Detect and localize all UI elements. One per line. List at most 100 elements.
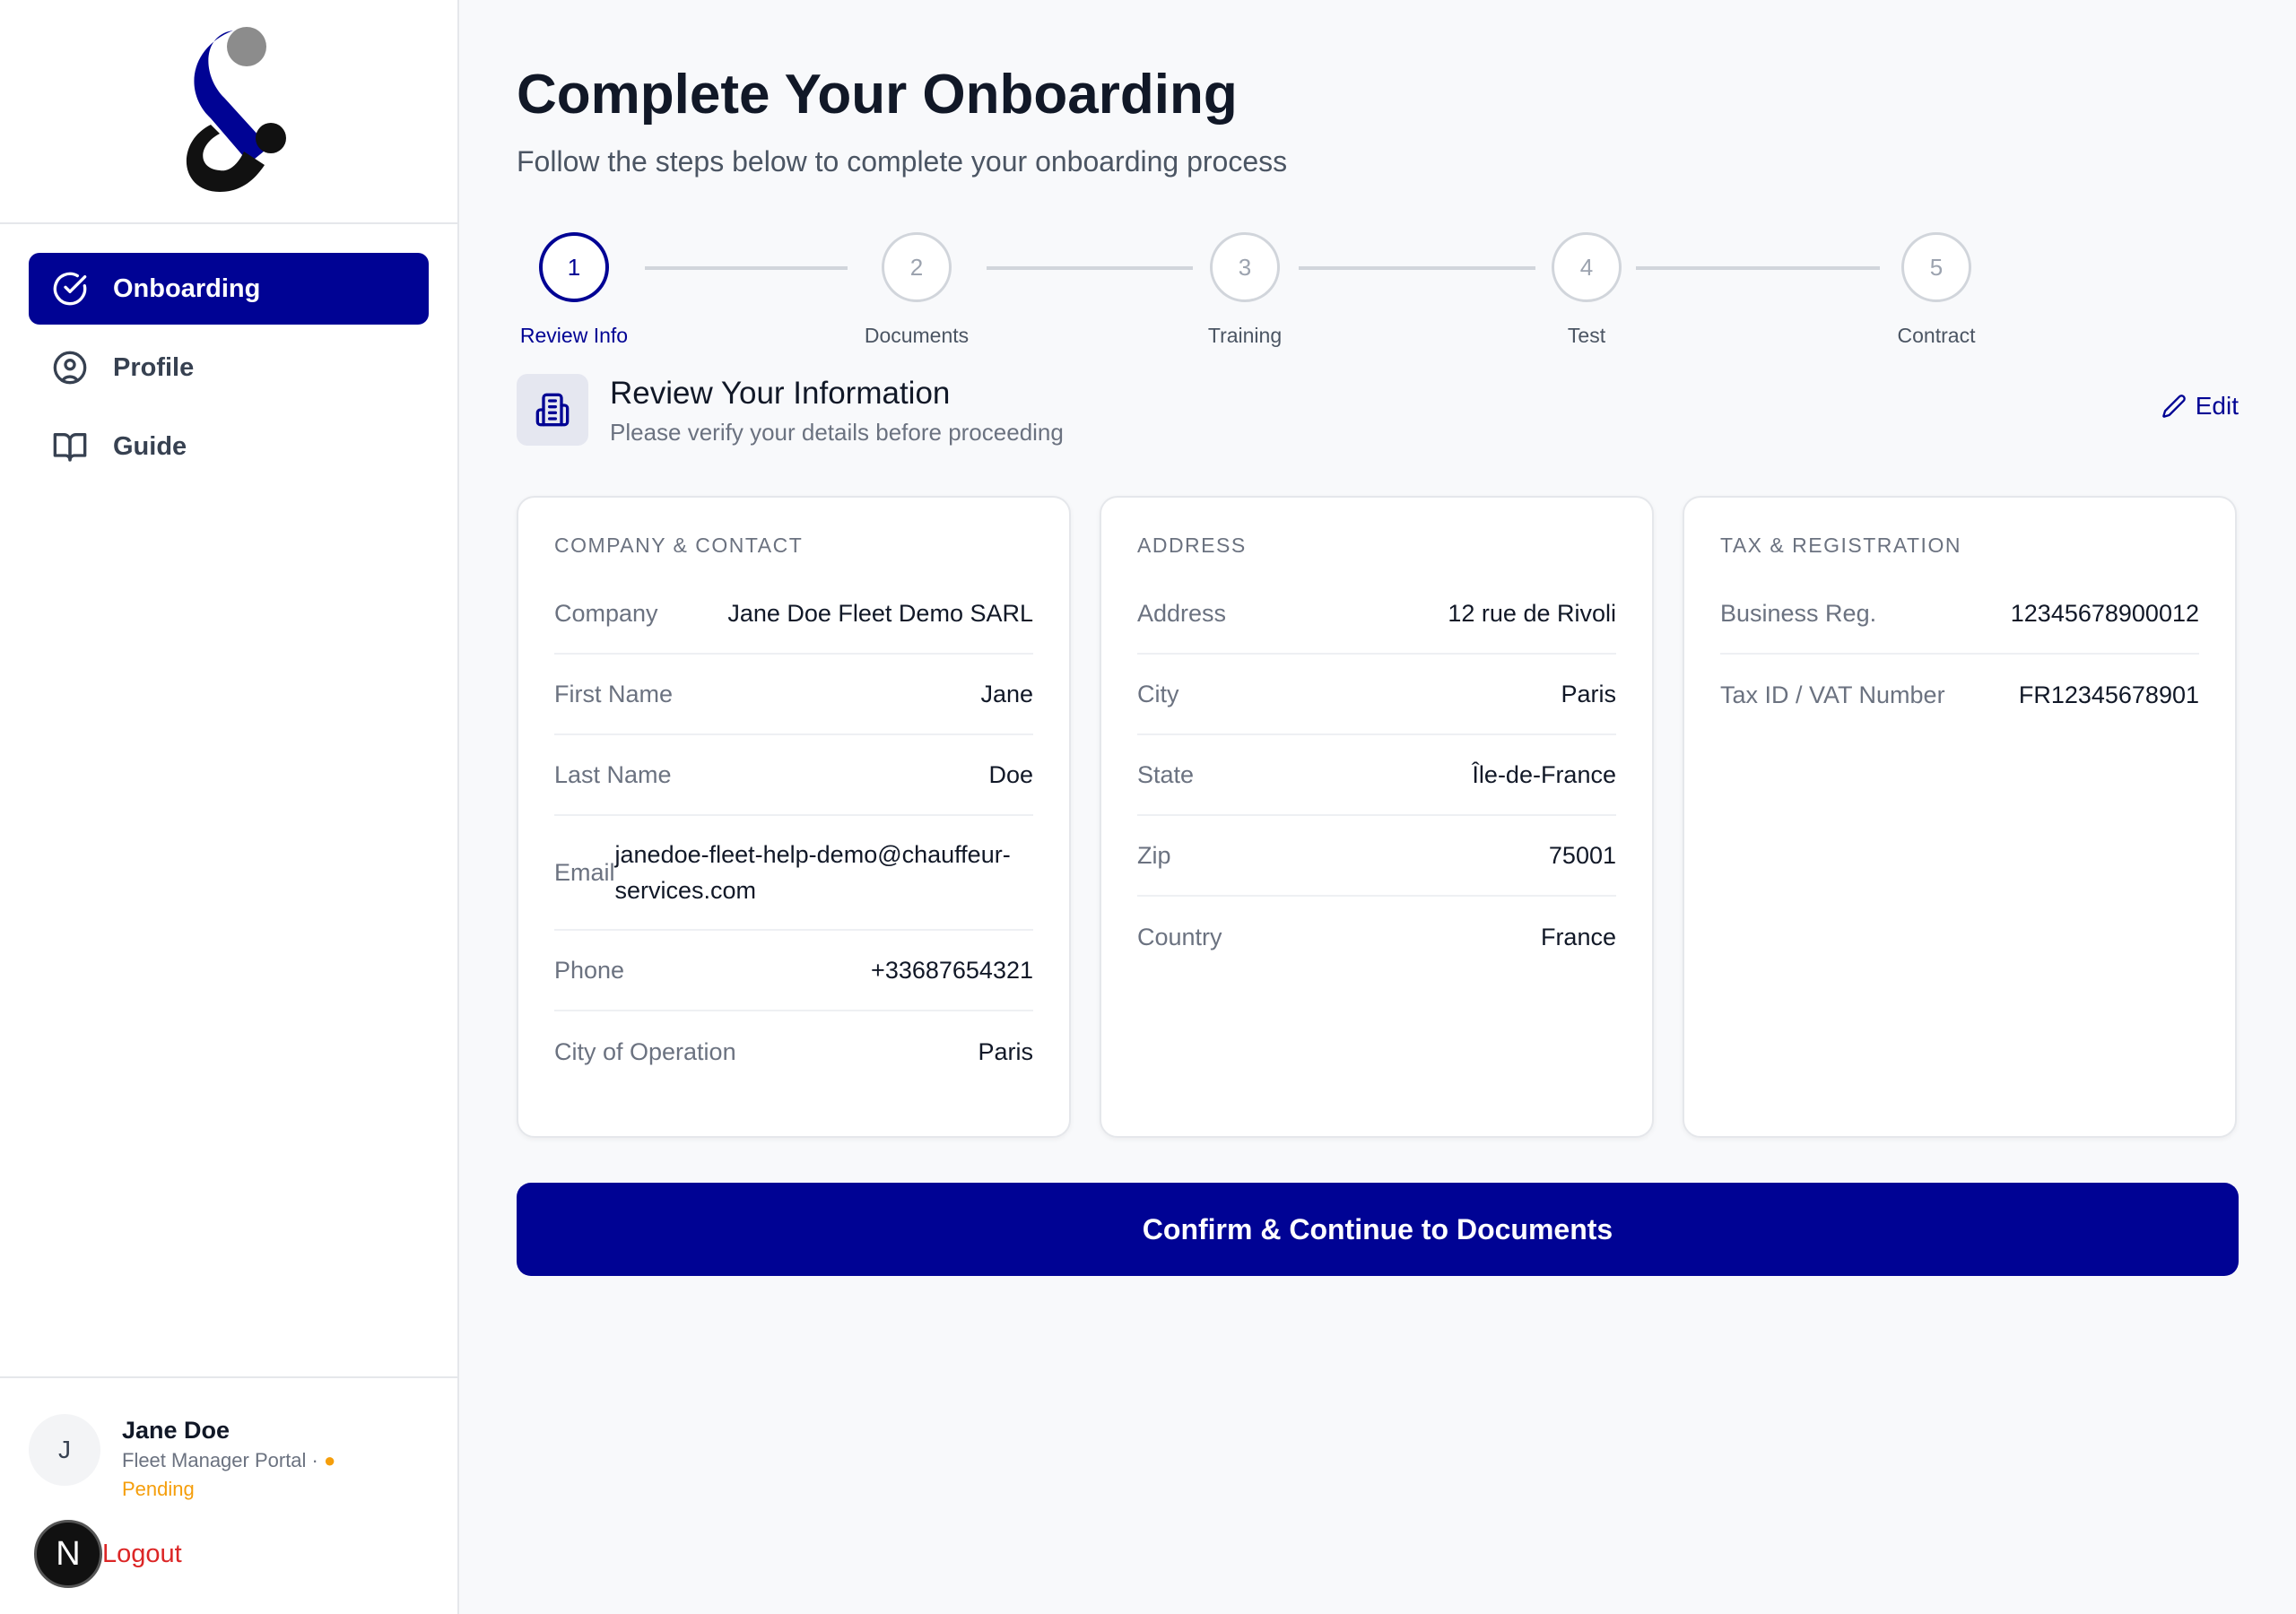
dev-tools-badge[interactable]: N: [34, 1520, 102, 1588]
review-section-header: Review Your Information Please verify yo…: [517, 374, 2239, 464]
step-connector: [1636, 266, 1880, 270]
logout-button[interactable]: Logout: [102, 1540, 182, 1569]
review-subtitle: Please verify your details before procee…: [610, 419, 1064, 446]
row-label: Address: [1137, 599, 1227, 627]
sidebar-item-label: Onboarding: [113, 273, 261, 303]
confirm-continue-button[interactable]: Confirm & Continue to Documents: [517, 1183, 2239, 1276]
sidebar-item-profile[interactable]: Profile: [29, 332, 429, 404]
tax-registration-card: TAX & REGISTRATION Business Reg. 1234567…: [1683, 496, 2237, 1138]
info-row-first-name: First Name Jane: [554, 655, 1033, 735]
row-label: Phone: [554, 956, 625, 984]
user-portal-label: Fleet Manager Portal ·: [122, 1449, 318, 1471]
logout-row: N Logout: [29, 1520, 429, 1588]
row-value: Jane: [980, 680, 1033, 707]
brand-logo: [186, 27, 286, 192]
avatar: J: [29, 1414, 100, 1486]
row-label: Company: [554, 599, 658, 627]
card-title: TAX & REGISTRATION: [1720, 534, 1961, 557]
edit-button[interactable]: Edit: [2161, 392, 2239, 421]
status-dot-icon: ●: [324, 1449, 336, 1471]
user-info: J Jane Doe Fleet Manager Portal · ● Pend…: [29, 1414, 429, 1504]
info-row-business-reg: Business Reg. 12345678900012: [1720, 574, 2199, 655]
user-name: Jane Doe: [122, 1417, 230, 1444]
book-open-icon: [50, 427, 90, 466]
row-value: 12 rue de Rivoli: [1448, 599, 1616, 627]
step-label: Review Info: [519, 324, 629, 347]
step-contract[interactable]: 5 Contract: [1856, 232, 2017, 348]
step-connector: [987, 266, 1193, 270]
row-value: +33687654321: [871, 956, 1033, 984]
info-row-tax-id: Tax ID / VAT Number FR12345678901: [1720, 655, 2199, 735]
step-training[interactable]: 3 Training: [1164, 232, 1326, 348]
step-number: 4: [1552, 232, 1622, 302]
step-test[interactable]: 4 Test: [1506, 232, 1667, 348]
step-number: 3: [1210, 232, 1280, 302]
page-subtitle: Follow the steps below to complete your …: [517, 145, 1288, 178]
row-label: Business Reg.: [1720, 599, 1877, 627]
row-label: Zip: [1137, 841, 1171, 869]
sidebar-item-label: Guide: [113, 431, 187, 461]
step-connector: [645, 266, 848, 270]
user-circle-icon: [50, 348, 90, 387]
row-value: Doe: [988, 760, 1033, 788]
status-badge: Pending: [122, 1478, 195, 1500]
step-number: 5: [1901, 232, 1971, 302]
info-row-zip: Zip 75001: [1137, 816, 1616, 897]
row-label: City: [1137, 680, 1179, 707]
user-portal: Fleet Manager Portal · ●: [122, 1446, 335, 1475]
step-documents[interactable]: 2 Documents: [836, 232, 997, 348]
review-title: Review Your Information: [610, 376, 951, 411]
sidebar-item-label: Profile: [113, 352, 195, 382]
sidebar: Onboarding Profile Guide J Jane Doe Flee…: [0, 0, 459, 1614]
pencil-icon: [2161, 395, 2186, 418]
step-number: 2: [882, 232, 952, 302]
sidebar-footer: J Jane Doe Fleet Manager Portal · ● Pend…: [0, 1376, 457, 1614]
sidebar-nav: Onboarding Profile Guide: [0, 224, 457, 482]
info-row-address: Address 12 rue de Rivoli: [1137, 574, 1616, 655]
logo-area: [0, 0, 457, 224]
page-title: Complete Your Onboarding: [517, 64, 1238, 126]
step-connector: [1299, 266, 1535, 270]
main-content: Complete Your Onboarding Follow the step…: [517, 0, 2239, 1276]
step-number: 1: [539, 232, 609, 302]
card-title: COMPANY & CONTACT: [554, 534, 804, 557]
row-value: Paris: [1561, 680, 1616, 707]
company-contact-card: COMPANY & CONTACT Company Jane Doe Fleet…: [517, 496, 1071, 1138]
row-label: First Name: [554, 680, 674, 707]
info-row-phone: Phone +33687654321: [554, 931, 1033, 1011]
step-label: Contract: [1897, 324, 1976, 347]
onboarding-stepper: 1 Review Info 2 Documents 3 Training 4 T…: [517, 232, 2239, 349]
row-value: Paris: [978, 1037, 1033, 1065]
row-label: City of Operation: [554, 1037, 736, 1065]
info-cards: COMPANY & CONTACT Company Jane Doe Fleet…: [517, 496, 2239, 1138]
row-label: Tax ID / VAT Number: [1720, 681, 1945, 708]
step-label: Training: [1207, 324, 1283, 347]
step-label: Documents: [864, 324, 970, 347]
row-value: France: [1540, 923, 1616, 950]
sidebar-item-guide[interactable]: Guide: [29, 411, 429, 482]
row-label: Last Name: [554, 760, 672, 788]
row-value: 75001: [1548, 841, 1616, 869]
card-title: ADDRESS: [1137, 534, 1247, 557]
info-row-company: Company Jane Doe Fleet Demo SARL: [554, 574, 1033, 655]
building-icon: [517, 374, 588, 446]
row-value: 12345678900012: [2010, 599, 2199, 627]
info-row-email: Email janedoe-fleet-help-demo@chauffeur-…: [554, 816, 1033, 931]
row-value: FR12345678901: [2018, 681, 2199, 708]
check-circle-icon: [50, 269, 90, 308]
info-row-country: Country France: [1137, 897, 1616, 977]
address-card: ADDRESS Address 12 rue de Rivoli City Pa…: [1100, 496, 1654, 1138]
info-row-state: State Île-de-France: [1137, 735, 1616, 816]
edit-label: Edit: [2195, 392, 2239, 420]
row-value: Île-de-France: [1472, 760, 1616, 788]
row-label: Country: [1137, 923, 1222, 950]
row-label: Email: [554, 858, 615, 886]
row-value: Jane Doe Fleet Demo SARL: [727, 599, 1033, 627]
info-row-city: City Paris: [1137, 655, 1616, 735]
step-label: Test: [1567, 324, 1606, 347]
row-value: janedoe-fleet-help-demo@chauffeur-servic…: [614, 841, 1011, 904]
info-row-city-of-operation: City of Operation Paris: [554, 1011, 1033, 1092]
step-review-info[interactable]: 1 Review Info: [493, 232, 655, 348]
sidebar-item-onboarding[interactable]: Onboarding: [29, 253, 429, 325]
row-label: State: [1137, 760, 1195, 788]
